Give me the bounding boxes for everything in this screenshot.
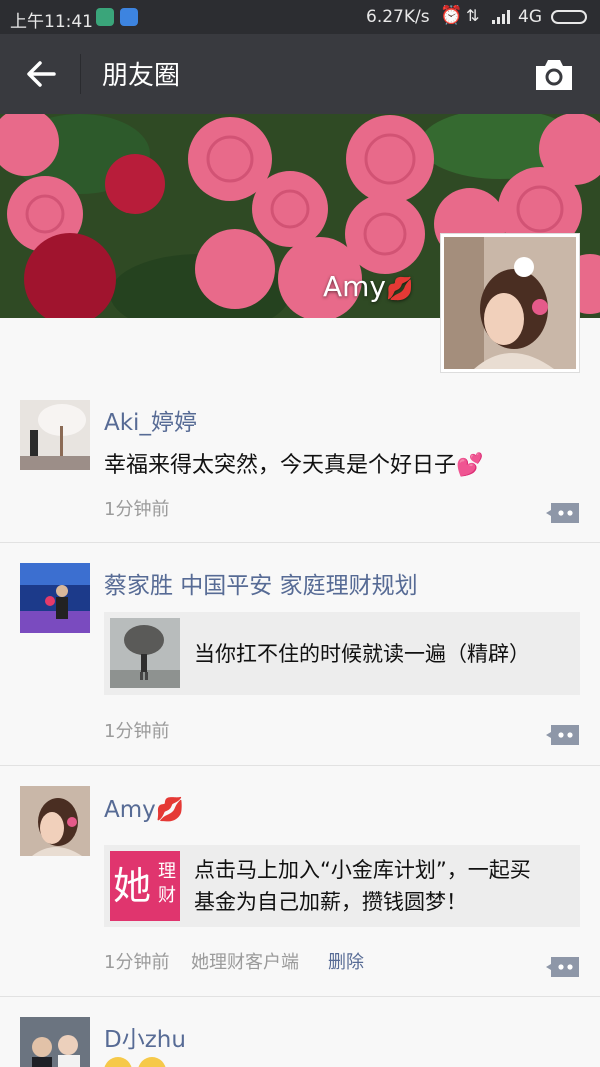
camera-icon bbox=[536, 60, 572, 90]
link-title-line1: 点击马上加入“小金库计划”，一起买 bbox=[194, 858, 531, 882]
nav-bar: 朋友圈 bbox=[0, 34, 600, 114]
poster-name[interactable]: Amy💋 bbox=[104, 796, 184, 823]
alarm-icon: ⏰ bbox=[440, 5, 463, 26]
cover-username: Amy💋 bbox=[323, 270, 413, 303]
comment-button[interactable] bbox=[545, 955, 581, 979]
tali-logo-main: 她 bbox=[113, 864, 152, 908]
tali-logo-top: 理 bbox=[158, 861, 176, 882]
emoji-icon bbox=[104, 1057, 132, 1067]
avatar[interactable] bbox=[20, 1017, 90, 1067]
moment-post: Amy💋 她 理 财 点击马上加入“小金库计划”，一起买 基金为自己加薪，攒钱圆… bbox=[0, 766, 600, 997]
signal-bars-icon bbox=[492, 10, 514, 24]
post-time: 1分钟前 bbox=[104, 721, 170, 742]
arrow-left-icon bbox=[27, 61, 56, 87]
link-thumbnail bbox=[110, 618, 180, 688]
lips-emoji-icon: 💋 bbox=[386, 277, 414, 302]
data-transfer-icon: ⇅ bbox=[466, 6, 480, 25]
avatar-image bbox=[20, 400, 90, 470]
post-source[interactable]: 她理财客户端 bbox=[191, 948, 299, 974]
moment-post: 蔡家胜 中国平安 家庭理财规划 当你扛不住的时候就读一遍（精辟） 1分钟前 bbox=[0, 543, 600, 766]
link-title: 点击马上加入“小金库计划”，一起买 基金为自己加薪，攒钱圆梦！ bbox=[194, 854, 531, 918]
back-button[interactable] bbox=[20, 52, 64, 96]
nav-divider bbox=[80, 54, 81, 94]
post-text: 幸福来得太突然，今天真是个好日子💕 bbox=[104, 453, 484, 478]
avatar[interactable] bbox=[20, 786, 90, 856]
comment-dots-icon bbox=[546, 725, 579, 745]
cover-name-text: Amy bbox=[323, 270, 386, 303]
avatar-image bbox=[20, 1017, 90, 1067]
moment-post: Aki_婷婷 幸福来得太突然，今天真是个好日子💕 1分钟前 bbox=[0, 375, 600, 543]
security-shield-icon bbox=[96, 8, 114, 26]
link-title-line2: 基金为自己加薪，攒钱圆梦！ bbox=[194, 890, 467, 914]
page-title: 朋友圈 bbox=[102, 61, 181, 91]
emoji-icon bbox=[138, 1057, 166, 1067]
status-bar: 上午11:41 6.27K/s ⏰ ⇅ 4G bbox=[0, 0, 600, 34]
link-thumbnail: 她 理 财 bbox=[110, 851, 180, 921]
network-speed: 6.27K/s bbox=[366, 7, 430, 27]
post-time: 1分钟前 bbox=[104, 499, 170, 520]
comment-dots-icon bbox=[546, 957, 579, 977]
avatar-image bbox=[20, 786, 90, 856]
network-type: 4G bbox=[518, 7, 542, 27]
lips-emoji-icon: 💋 bbox=[155, 797, 185, 823]
boulder-thumbnail-image bbox=[110, 618, 180, 688]
shared-link-card[interactable]: 她 理 财 点击马上加入“小金库计划”，一起买 基金为自己加薪，攒钱圆梦！ bbox=[104, 845, 580, 927]
guard-shield-icon bbox=[120, 8, 138, 26]
battery-icon bbox=[551, 10, 587, 24]
avatar-image bbox=[20, 563, 90, 633]
delete-link[interactable]: 删除 bbox=[328, 948, 364, 974]
status-time: 上午11:41 bbox=[10, 12, 93, 32]
link-title: 当你扛不住的时候就读一遍（精辟） bbox=[194, 642, 530, 666]
moment-post: D小zhu bbox=[0, 997, 600, 1067]
camera-button[interactable] bbox=[532, 54, 576, 94]
tali-logo-bottom: 财 bbox=[158, 885, 176, 906]
profile-photo bbox=[444, 237, 576, 369]
comment-button[interactable] bbox=[545, 723, 581, 747]
poster-name-text: Amy bbox=[104, 797, 156, 823]
avatar[interactable] bbox=[20, 400, 90, 470]
comment-dots-icon bbox=[546, 503, 579, 523]
poster-name[interactable]: 蔡家胜 中国平安 家庭理财规划 bbox=[104, 566, 418, 600]
avatar[interactable] bbox=[20, 563, 90, 633]
poster-name[interactable]: D小zhu bbox=[104, 1020, 186, 1054]
post-time: 1分钟前 bbox=[104, 952, 170, 973]
shared-link-card[interactable]: 当你扛不住的时候就读一遍（精辟） bbox=[104, 612, 580, 695]
poster-name[interactable]: Aki_婷婷 bbox=[104, 403, 197, 437]
comment-button[interactable] bbox=[545, 501, 581, 525]
profile-avatar[interactable] bbox=[440, 233, 580, 373]
